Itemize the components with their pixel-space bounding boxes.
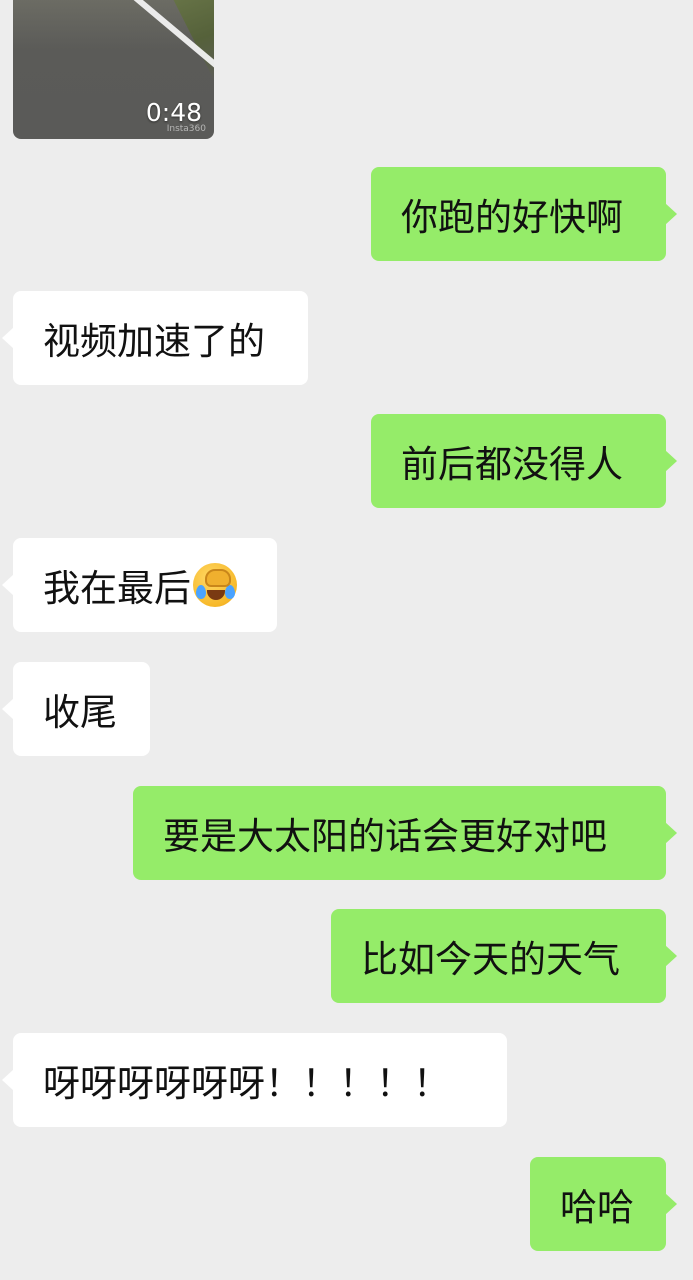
video-watermark: Insta360 bbox=[166, 124, 206, 134]
message-text: 呀呀呀呀呀呀！！！！！ bbox=[43, 1062, 450, 1105]
hand bbox=[205, 569, 231, 587]
message-bubble-incoming[interactable]: 视频加速了的 bbox=[2, 291, 308, 385]
message-bubble-outgoing[interactable]: 要是大太阳的话会更好对吧 bbox=[133, 786, 677, 880]
video-message-thumbnail[interactable]: 0:48 Insta360 bbox=[13, 0, 214, 139]
mouth bbox=[207, 590, 225, 600]
message-text: 前后都没得人 bbox=[401, 443, 623, 486]
message-text: 你跑的好快啊 bbox=[401, 196, 623, 239]
message-bubble-outgoing[interactable]: 前后都没得人 bbox=[371, 414, 677, 508]
message-text: 比如今天的天气 bbox=[361, 938, 620, 981]
message-bubble-outgoing[interactable]: 你跑的好快啊 bbox=[371, 167, 677, 261]
message-text: 哈哈 bbox=[560, 1186, 634, 1229]
tear-right bbox=[225, 585, 235, 599]
message-text: 视频加速了的 bbox=[43, 320, 265, 363]
face-with-tears-of-joy-hand-icon bbox=[193, 563, 237, 607]
message-bubble-outgoing[interactable]: 哈哈 bbox=[530, 1157, 677, 1251]
message-text: 收尾 bbox=[43, 691, 117, 734]
message-bubble-incoming[interactable]: 我在最后 bbox=[2, 538, 277, 632]
chat-thread[interactable]: 0:48 Insta360 你跑的好快啊 视频加速了的 前后都没得人 我在最后 … bbox=[0, 0, 693, 1280]
message-text: 我在最后 bbox=[43, 567, 191, 610]
message-bubble-incoming[interactable]: 呀呀呀呀呀呀！！！！！ bbox=[2, 1033, 507, 1127]
message-bubble-outgoing[interactable]: 比如今天的天气 bbox=[331, 909, 677, 1003]
message-bubble-incoming[interactable]: 收尾 bbox=[2, 662, 150, 756]
video-duration: 0:48 bbox=[145, 98, 202, 127]
tear-left bbox=[196, 585, 206, 599]
message-text: 要是大太阳的话会更好对吧 bbox=[163, 815, 607, 858]
